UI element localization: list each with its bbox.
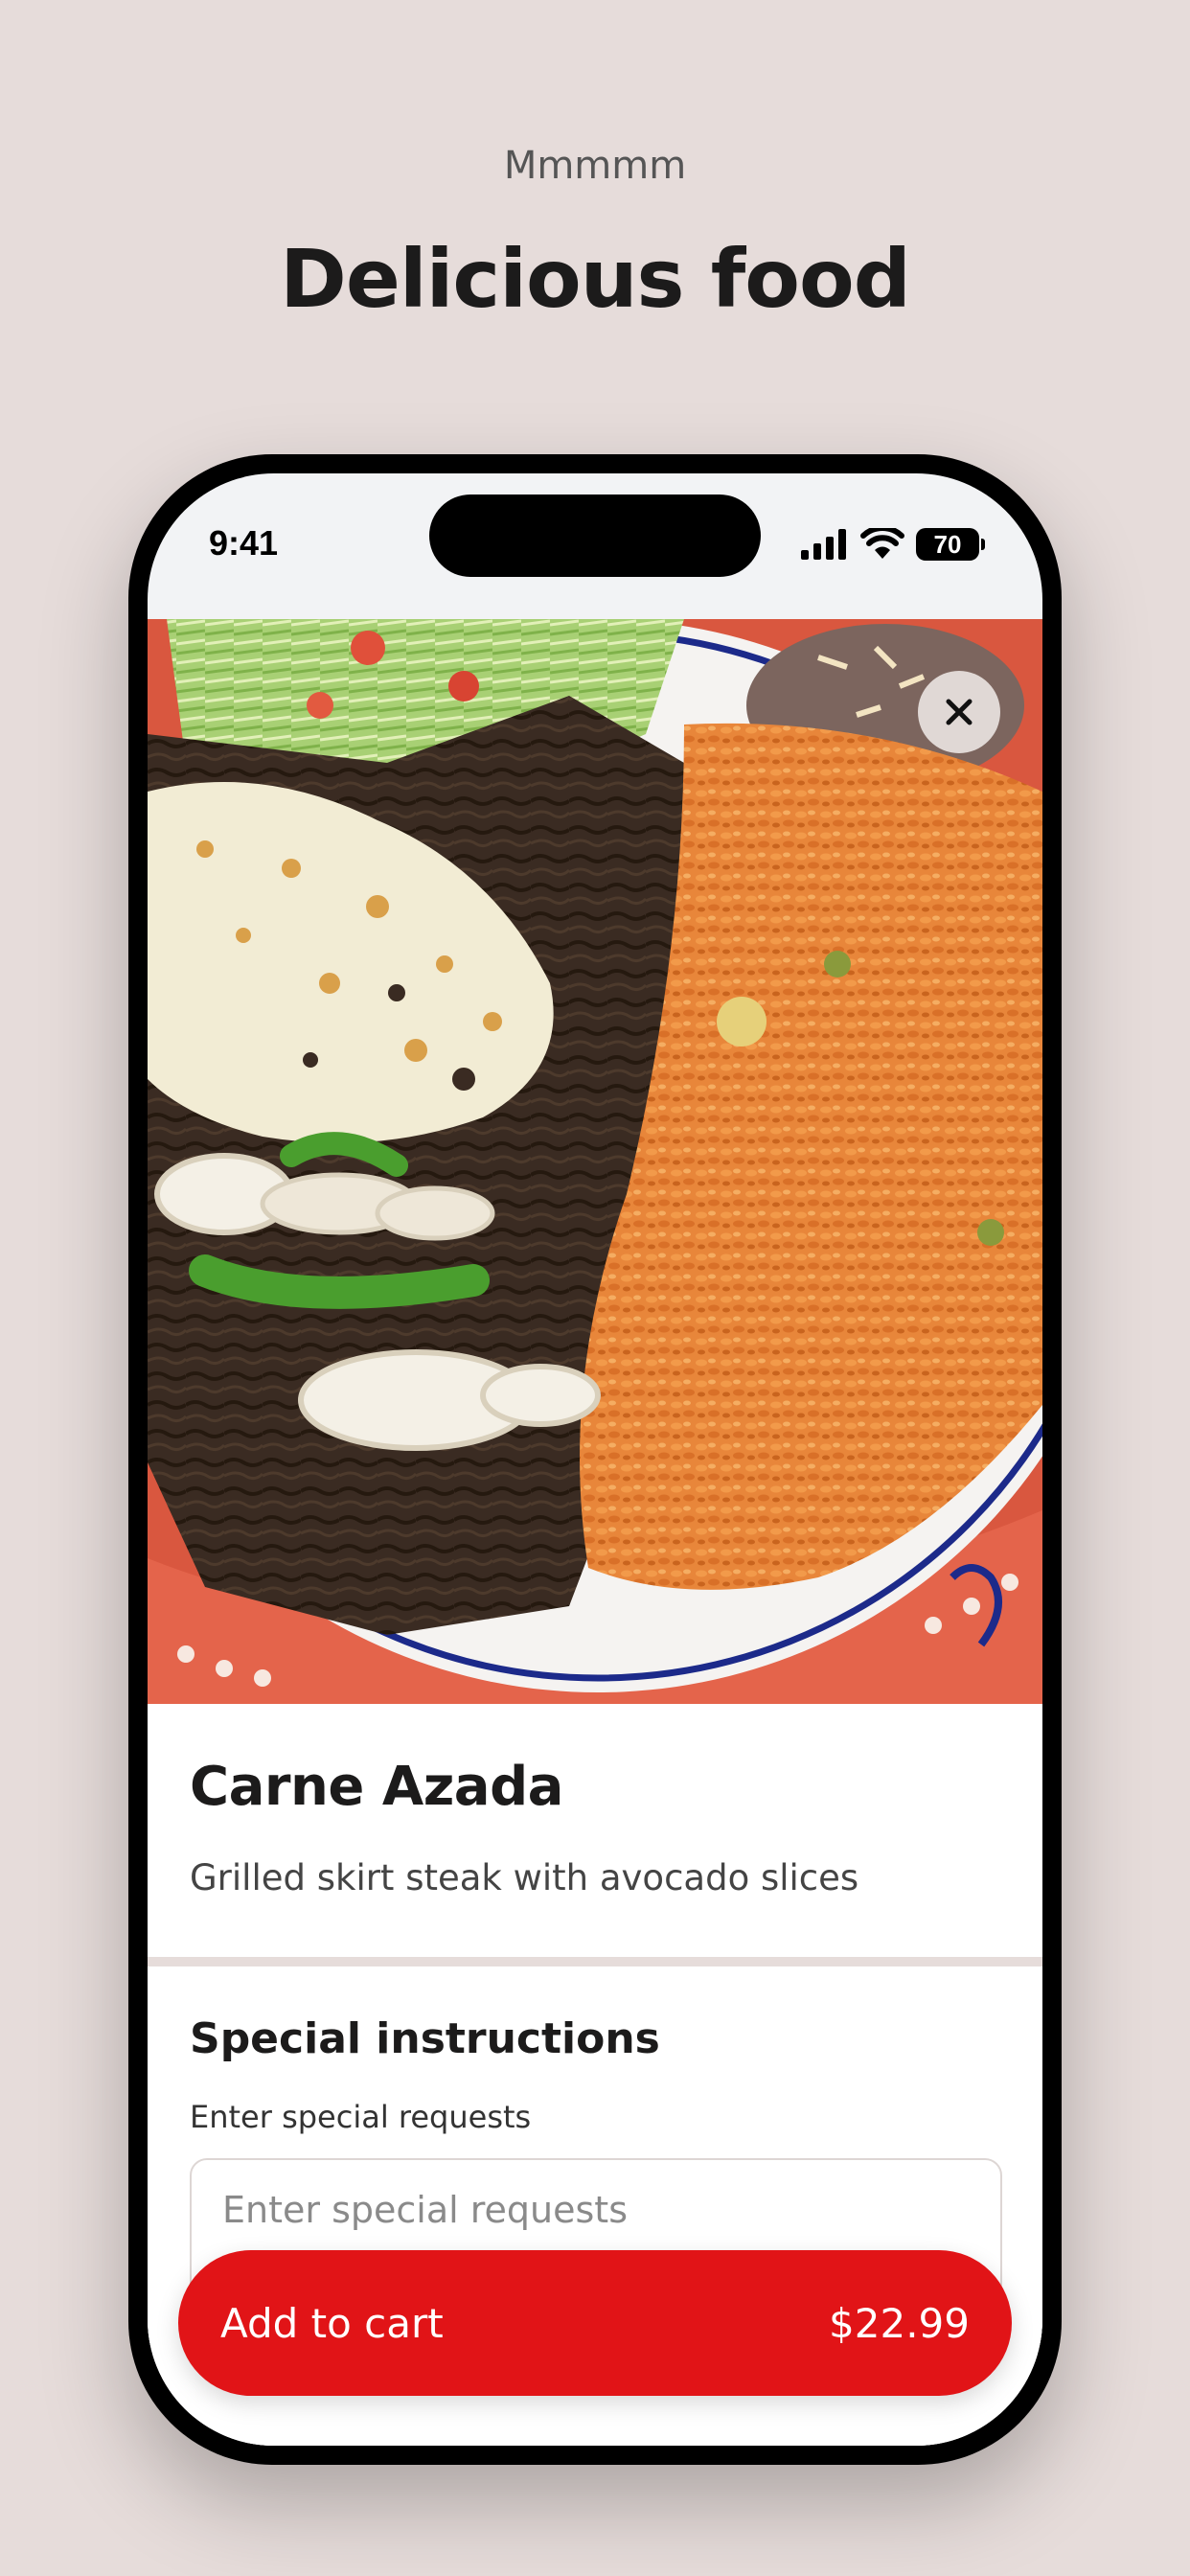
- battery-level: 70: [933, 529, 962, 559]
- status-icons: 70: [801, 527, 985, 562]
- cellular-signal-icon: [801, 529, 846, 560]
- food-photo-illustration: [148, 619, 1042, 1704]
- special-instructions-label: Enter special requests: [190, 2099, 532, 2135]
- promo-headline: Delicious food: [280, 232, 911, 326]
- close-button[interactable]: [918, 671, 1000, 753]
- wifi-icon: [860, 528, 904, 559]
- item-title: Carne Azada: [190, 1756, 563, 1818]
- home-indicator-area: [148, 2396, 1042, 2446]
- food-photo: [148, 619, 1042, 1704]
- section-divider: [148, 1957, 1042, 1966]
- status-time: 9:41: [209, 523, 279, 563]
- item-info: Carne Azada Grilled skirt steak with avo…: [148, 1704, 1042, 1957]
- phone-screen: 9:41 70 Carne Azada Grilled skirt steak …: [148, 473, 1042, 2446]
- add-to-cart-label: Add to cart: [220, 2299, 444, 2347]
- close-icon: [946, 699, 973, 725]
- special-instructions-title: Special instructions: [190, 2014, 660, 2063]
- status-bar: 9:41 70: [148, 473, 1042, 617]
- product-sheet: Carne Azada Grilled skirt steak with avo…: [148, 619, 1042, 2446]
- dynamic-island: [429, 494, 761, 577]
- add-to-cart-button[interactable]: Add to cart $22.99: [178, 2250, 1012, 2396]
- battery-icon: 70: [916, 528, 985, 561]
- phone-frame: 9:41 70 Carne Azada Grilled skirt steak …: [128, 454, 1062, 2465]
- cart-price: $22.99: [829, 2299, 970, 2347]
- promo-eyebrow: Mmmmm: [503, 144, 687, 188]
- item-description: Grilled skirt steak with avocado slices: [190, 1857, 859, 1898]
